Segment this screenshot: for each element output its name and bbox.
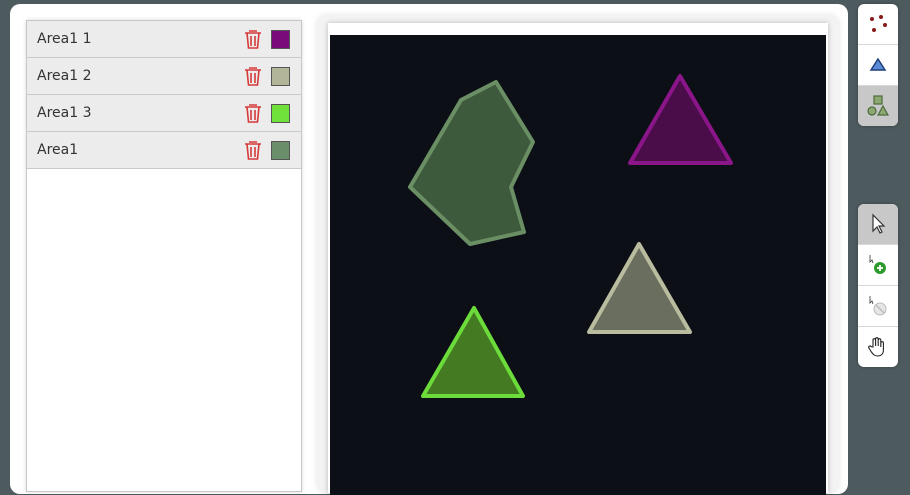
color-swatch[interactable] (271, 67, 290, 86)
area-row[interactable]: Area1 1 (27, 21, 301, 58)
points-icon (870, 15, 887, 32)
area-label: Area1 1 (37, 31, 92, 47)
area-row[interactable]: Area1 (27, 132, 301, 169)
triangle-icon (869, 57, 887, 71)
select-cursor-icon (872, 213, 886, 234)
triangle-area-green[interactable] (421, 306, 525, 398)
color-swatch[interactable] (271, 30, 290, 49)
pan-tool[interactable] (858, 327, 898, 367)
edit-toolbar (858, 204, 898, 367)
shapes-icon (867, 95, 890, 116)
triangle-area-purple[interactable] (628, 74, 733, 165)
trash-icon[interactable] (243, 28, 263, 50)
trash-icon[interactable] (243, 102, 263, 124)
polygon-area[interactable] (408, 80, 535, 246)
points-tool[interactable] (858, 4, 898, 45)
select-tool[interactable] (858, 204, 898, 245)
add-point-icon (869, 255, 886, 274)
shapes-tool[interactable] (858, 86, 898, 126)
triangle-tool[interactable] (858, 45, 898, 86)
pan-hand-icon (868, 337, 884, 357)
area-label: Area1 (37, 142, 79, 158)
shape-toolbar (858, 4, 898, 126)
triangle-area-gray[interactable] (587, 242, 692, 334)
drawing-canvas[interactable] (330, 35, 826, 495)
remove-point-icon (869, 296, 887, 316)
area-row[interactable]: Area1 3 (27, 95, 301, 132)
color-swatch[interactable] (271, 104, 290, 123)
area-list-panel: Area1 1 Area1 2 Area1 3 Area1 (26, 20, 302, 492)
add-point-tool[interactable] (858, 245, 898, 286)
trash-icon[interactable] (243, 139, 263, 161)
area-row[interactable]: Area1 2 (27, 58, 301, 95)
color-swatch[interactable] (271, 141, 290, 160)
area-label: Area1 2 (37, 68, 92, 84)
remove-point-tool[interactable] (858, 286, 898, 327)
area-label: Area1 3 (37, 105, 92, 121)
trash-icon[interactable] (243, 65, 263, 87)
